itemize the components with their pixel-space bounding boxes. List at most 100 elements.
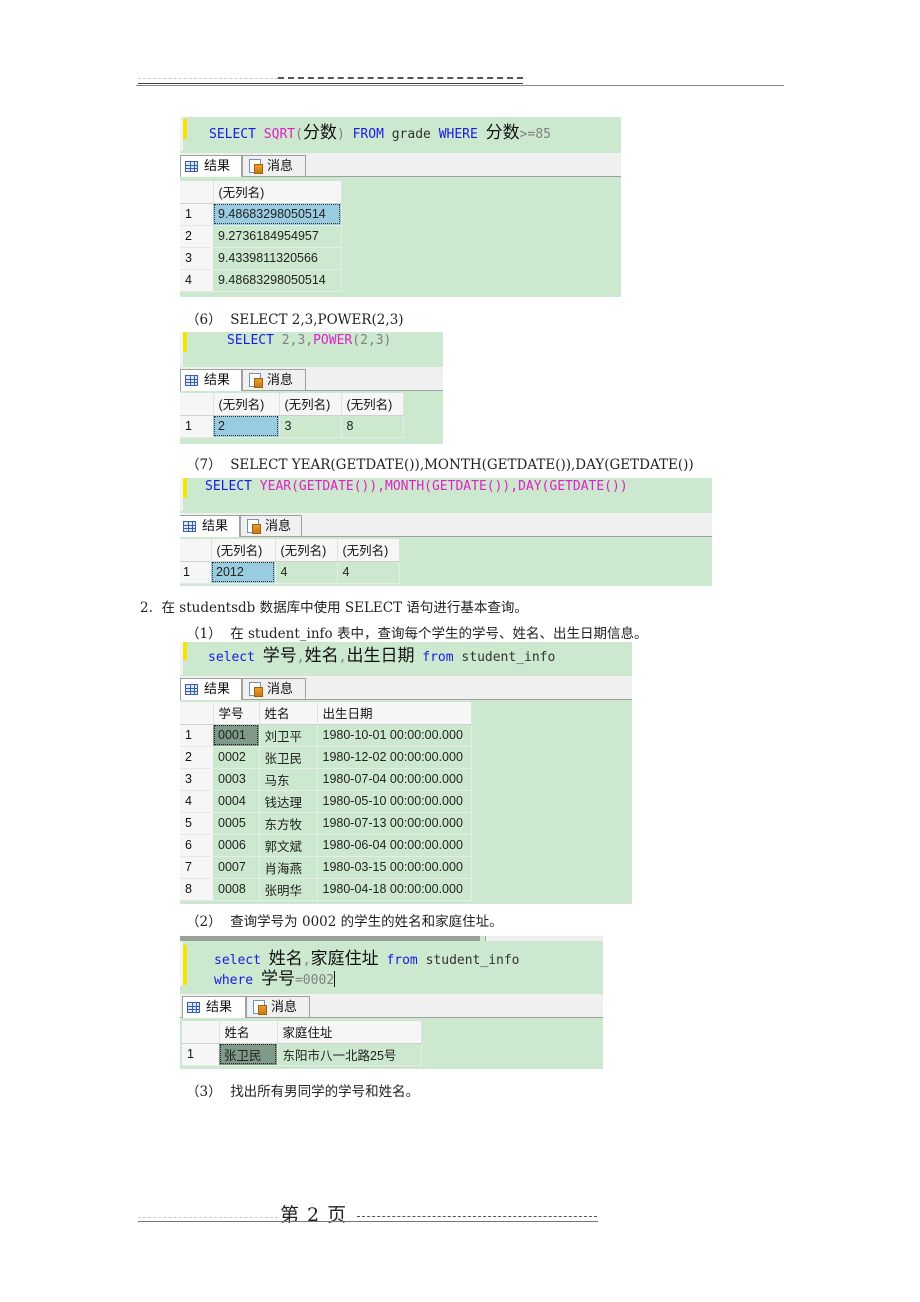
- sql-editor[interactable]: select 姓名,家庭住址 from student_info where 学…: [180, 941, 603, 989]
- tab-messages[interactable]: 消息: [242, 369, 306, 390]
- row-number[interactable]: 3: [180, 247, 213, 270]
- cell[interactable]: 张卫民: [219, 1043, 278, 1066]
- cell[interactable]: 2: [213, 415, 280, 438]
- column-header[interactable]: 姓名: [219, 1021, 278, 1044]
- column-header[interactable]: 学号: [213, 702, 260, 725]
- cell[interactable]: 郭文斌: [259, 834, 318, 857]
- row-number[interactable]: 8: [180, 878, 213, 901]
- cell[interactable]: 张明华: [259, 878, 318, 901]
- row-number[interactable]: 1: [180, 203, 213, 226]
- cell[interactable]: 0004: [213, 790, 260, 813]
- table-row[interactable]: 1 2 3 8: [180, 415, 404, 438]
- column-header[interactable]: 家庭住址: [277, 1021, 422, 1044]
- cell[interactable]: 9.48683298050514: [213, 203, 342, 226]
- tab-results[interactable]: 结果: [180, 155, 242, 177]
- tab-messages[interactable]: 消息: [246, 996, 310, 1017]
- column-header[interactable]: (无列名): [211, 539, 276, 562]
- current-line-marker: [183, 119, 187, 139]
- cell[interactable]: 9.48683298050514: [213, 269, 342, 292]
- column-header[interactable]: (无列名): [213, 393, 280, 416]
- current-line-marker: [183, 945, 187, 985]
- row-number[interactable]: 4: [180, 790, 213, 813]
- row-number[interactable]: 2: [180, 746, 213, 769]
- cell[interactable]: 2012: [211, 561, 276, 584]
- tab-results[interactable]: 结果: [182, 996, 246, 1018]
- row-number[interactable]: 2: [180, 225, 213, 248]
- cell[interactable]: 马东: [259, 768, 318, 791]
- table-row[interactable]: 2 9.2736184954957: [180, 225, 342, 248]
- results-grid: (无列名) (无列名) (无列名) 1 2 3 8: [180, 393, 404, 438]
- cell[interactable]: 1980-03-15 00:00:00.000: [317, 856, 472, 879]
- sql-editor[interactable]: SELECT SQRT(分数) FROM grade WHERE 分数>=85: [180, 117, 621, 151]
- cell[interactable]: 0008: [213, 878, 260, 901]
- footer-dash-light: [138, 1217, 278, 1218]
- row-number[interactable]: 1: [180, 561, 211, 584]
- row-number[interactable]: 4: [180, 269, 213, 292]
- cell[interactable]: 0001: [213, 724, 260, 747]
- cell[interactable]: 肖海燕: [259, 856, 318, 879]
- tab-messages[interactable]: 消息: [242, 678, 306, 699]
- column-header[interactable]: 出生日期: [317, 702, 472, 725]
- table-row[interactable]: 1 张卫民 东阳市八一北路25号: [182, 1043, 422, 1066]
- sql-editor[interactable]: select 学号,姓名,出生日期 from student_info: [180, 642, 632, 675]
- column-header[interactable]: (无列名): [275, 539, 338, 562]
- row-number[interactable]: 1: [180, 415, 213, 438]
- table-row[interactable]: 8 0008 张明华 1980-04-18 00:00:00.000: [180, 878, 472, 901]
- table-row[interactable]: 1 0001 刘卫平 1980-10-01 00:00:00.000: [180, 724, 472, 747]
- cell[interactable]: 0005: [213, 812, 260, 835]
- table-row[interactable]: 4 9.48683298050514: [180, 269, 342, 292]
- column-header[interactable]: (无列名): [279, 393, 342, 416]
- row-number[interactable]: 1: [180, 724, 213, 747]
- cell[interactable]: 1980-06-04 00:00:00.000: [317, 834, 472, 857]
- grid-icon: [183, 521, 196, 532]
- tab-messages[interactable]: 消息: [242, 155, 306, 176]
- sql-editor[interactable]: SELECT 2,3,POWER(2,3): [180, 332, 443, 366]
- cell[interactable]: 3: [279, 415, 342, 438]
- tab-results[interactable]: 结果: [180, 369, 242, 391]
- column-header[interactable]: 姓名: [259, 702, 318, 725]
- cell[interactable]: 1980-05-10 00:00:00.000: [317, 790, 472, 813]
- cell[interactable]: 1980-07-04 00:00:00.000: [317, 768, 472, 791]
- tab-messages[interactable]: 消息: [240, 515, 302, 536]
- cell[interactable]: 9.2736184954957: [213, 225, 342, 248]
- cell[interactable]: 1980-04-18 00:00:00.000: [317, 878, 472, 901]
- cell[interactable]: 0003: [213, 768, 260, 791]
- row-number[interactable]: 3: [180, 768, 213, 791]
- cell[interactable]: 0002: [213, 746, 260, 769]
- row-number[interactable]: 6: [180, 834, 213, 857]
- row-number[interactable]: 5: [180, 812, 213, 835]
- table-row[interactable]: 3 9.4339811320566: [180, 247, 342, 270]
- column-header[interactable]: (无列名): [213, 181, 342, 204]
- tab-results[interactable]: 结果: [180, 515, 240, 537]
- row-number[interactable]: 7: [180, 856, 213, 879]
- header-row: (无列名): [180, 181, 342, 204]
- cell[interactable]: 刘卫平: [259, 724, 318, 747]
- column-header[interactable]: (无列名): [341, 393, 404, 416]
- table-row[interactable]: 2 0002 张卫民 1980-12-02 00:00:00.000: [180, 746, 472, 769]
- sql-editor[interactable]: SELECT YEAR(GETDATE()),MONTH(GETDATE()),…: [180, 478, 712, 511]
- cell[interactable]: 0007: [213, 856, 260, 879]
- cell[interactable]: 1980-10-01 00:00:00.000: [317, 724, 472, 747]
- column-header[interactable]: (无列名): [337, 539, 400, 562]
- cell[interactable]: 钱达理: [259, 790, 318, 813]
- table-row[interactable]: 1 9.48683298050514: [180, 203, 342, 226]
- cell[interactable]: 张卫民: [259, 746, 318, 769]
- cell[interactable]: 9.4339811320566: [213, 247, 342, 270]
- table-row[interactable]: 4 0004 钱达理 1980-05-10 00:00:00.000: [180, 790, 472, 813]
- row-number[interactable]: 1: [182, 1043, 219, 1066]
- table-row[interactable]: 3 0003 马东 1980-07-04 00:00:00.000: [180, 768, 472, 791]
- table-row[interactable]: 1 2012 4 4: [180, 561, 400, 584]
- table-row[interactable]: 6 0006 郭文斌 1980-06-04 00:00:00.000: [180, 834, 472, 857]
- message-icon: [247, 519, 261, 534]
- cell[interactable]: 东方牧: [259, 812, 318, 835]
- cell[interactable]: 0006: [213, 834, 260, 857]
- tab-results[interactable]: 结果: [180, 678, 242, 700]
- cell[interactable]: 1980-07-13 00:00:00.000: [317, 812, 472, 835]
- cell[interactable]: 4: [337, 561, 400, 584]
- cell[interactable]: 8: [341, 415, 404, 438]
- cell[interactable]: 1980-12-02 00:00:00.000: [317, 746, 472, 769]
- table-row[interactable]: 7 0007 肖海燕 1980-03-15 00:00:00.000: [180, 856, 472, 879]
- cell[interactable]: 东阳市八一北路25号: [277, 1043, 422, 1066]
- table-row[interactable]: 5 0005 东方牧 1980-07-13 00:00:00.000: [180, 812, 472, 835]
- cell[interactable]: 4: [275, 561, 338, 584]
